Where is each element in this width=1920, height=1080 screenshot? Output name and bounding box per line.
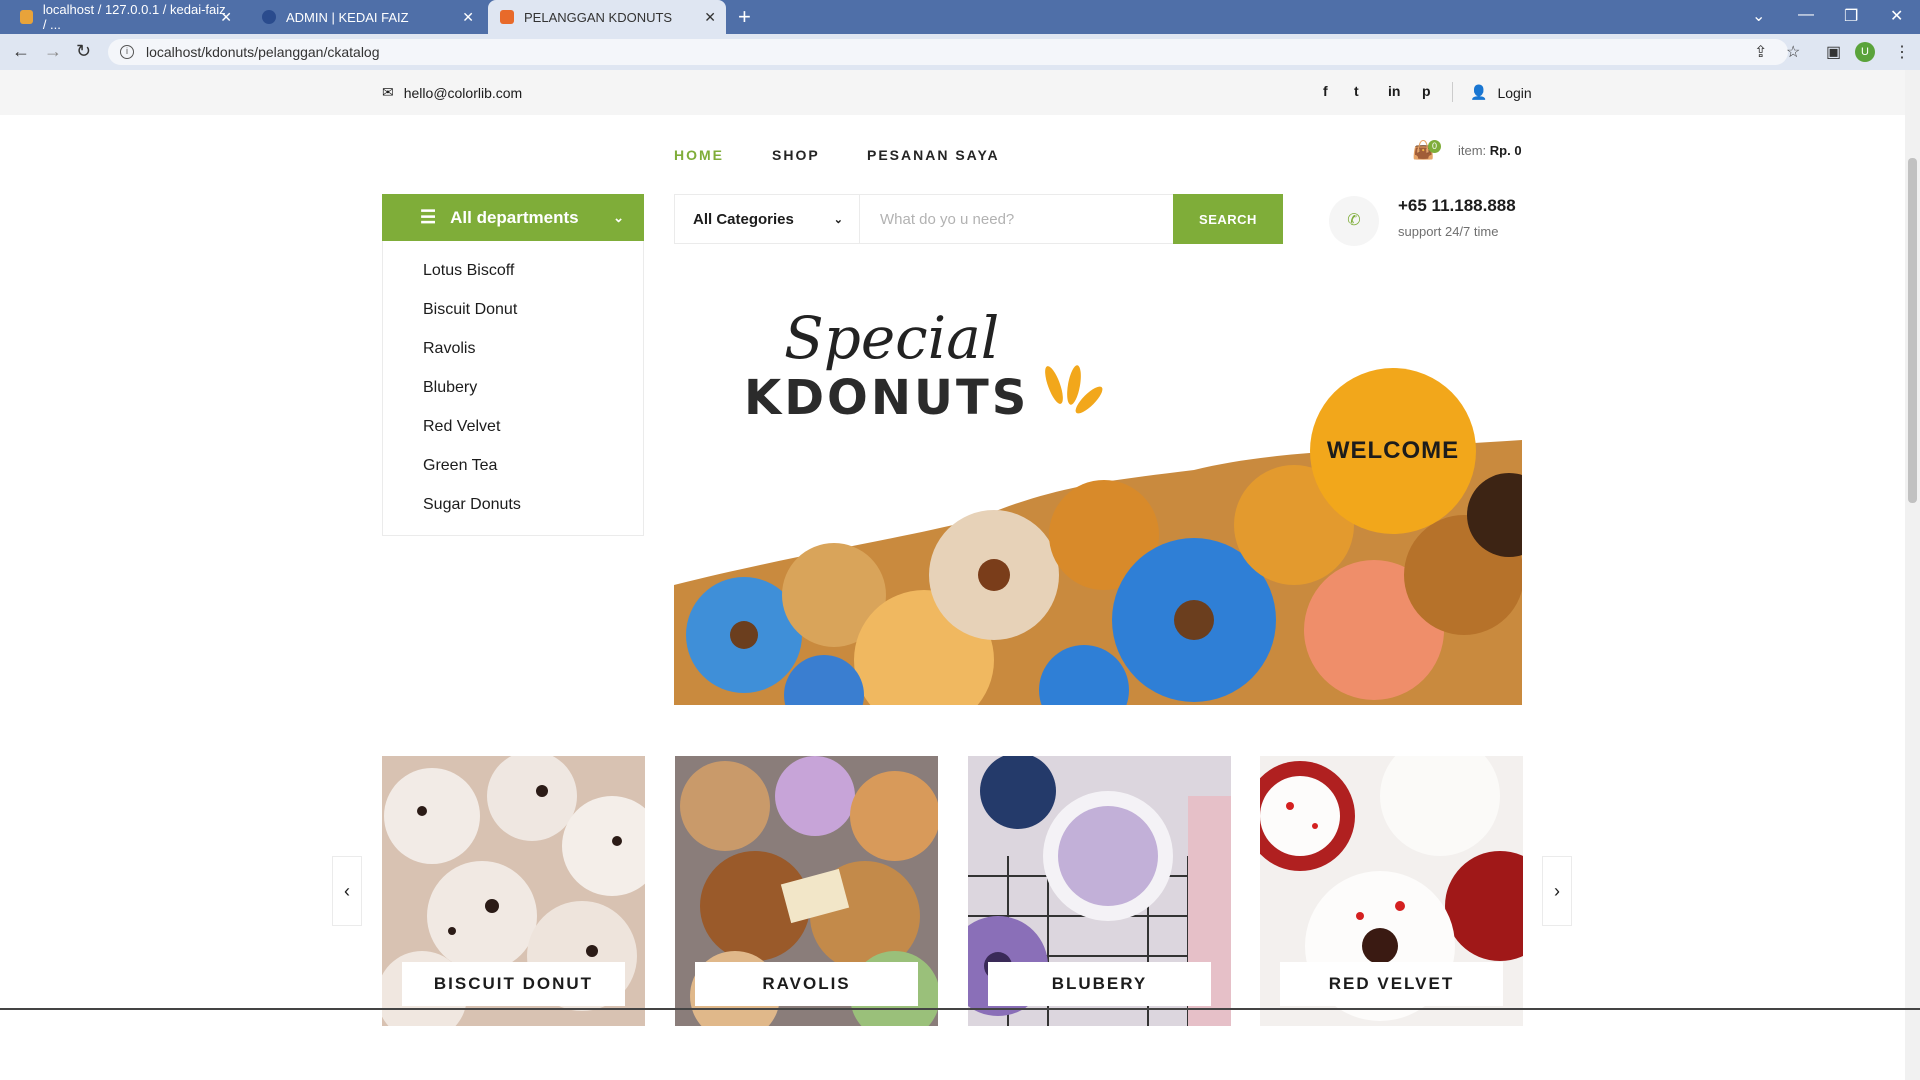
close-tab-icon[interactable]: ✕	[220, 9, 232, 26]
linkedin-icon[interactable]: in	[1388, 83, 1400, 99]
nav-home[interactable]: HOME	[674, 147, 724, 163]
new-tab-icon[interactable]: +	[738, 4, 751, 30]
site-info-icon[interactable]: i	[120, 45, 134, 59]
forward-icon[interactable]: →	[44, 41, 62, 62]
category-label: RAVOLIS	[695, 962, 918, 1006]
site-favicon-icon	[500, 10, 514, 24]
departments-title: All departments	[450, 207, 579, 227]
carousel-next-button[interactable]: ›	[1542, 856, 1572, 926]
category-card-biscuit-donut[interactable]: BISCUIT DONUT	[382, 756, 645, 1026]
category-label: BISCUIT DONUT	[402, 962, 625, 1006]
close-tab-icon[interactable]: ✕	[704, 9, 716, 26]
departments-list: Lotus Biscoff Biscuit Donut Ravolis Blub…	[382, 241, 644, 536]
facebook-icon[interactable]: f	[1323, 83, 1328, 99]
reload-icon[interactable]: ↻	[76, 41, 91, 62]
globe-icon	[262, 10, 276, 24]
pinterest-icon[interactable]: p	[1422, 83, 1431, 99]
divider	[1452, 82, 1453, 102]
chevron-down-icon: ⌄	[833, 213, 843, 226]
tab-title: localhost / 127.0.0.1 / kedai-faiz / ...	[42, 2, 226, 32]
department-item[interactable]: Green Tea	[383, 451, 643, 490]
department-item[interactable]: Blubery	[383, 373, 643, 412]
twitter-icon[interactable]: t	[1354, 83, 1359, 99]
category-card-ravolis[interactable]: RAVOLIS	[675, 756, 938, 1026]
menu-icon[interactable]: ⋮	[1894, 42, 1910, 62]
chevron-down-icon: ⌄	[613, 209, 624, 225]
browser-toolbar: ← → ↻ i localhost/kdonuts/pelanggan/ckat…	[0, 34, 1920, 70]
phpmyadmin-icon	[20, 10, 33, 24]
tab-pelanggan[interactable]: PELANGGAN KDONUTS ✕	[488, 0, 726, 34]
nav-pesanan-saya[interactable]: PESANAN SAYA	[867, 147, 1000, 163]
restore-icon[interactable]: ❐	[1844, 6, 1858, 26]
header-email: ✉ hello@colorlib.com	[382, 84, 522, 101]
item-total: Rp. 0	[1489, 143, 1522, 158]
scrollbar-thumb[interactable]	[1908, 158, 1917, 503]
nav-shop[interactable]: SHOP	[772, 147, 820, 163]
page: ✉ hello@colorlib.com f t in p 👤 Login HO…	[0, 70, 1905, 1080]
category-label: RED VELVET	[1280, 962, 1503, 1006]
item-label: item:	[1458, 143, 1487, 158]
welcome-badge: WELCOME	[1310, 368, 1476, 534]
phone-icon: ✆	[1329, 196, 1379, 246]
cart-summary: item: Rp. 0	[1458, 143, 1522, 158]
department-item[interactable]: Lotus Biscoff	[383, 256, 643, 295]
share-icon[interactable]: ⇪	[1754, 42, 1767, 62]
login-label: Login	[1497, 84, 1532, 101]
category-label: BLUBERY	[988, 962, 1211, 1006]
browser-tab-bar: localhost / 127.0.0.1 / kedai-faiz / ...…	[0, 0, 1920, 34]
hamburger-icon: ☰	[420, 207, 437, 227]
phone-number: +65 11.188.888	[1398, 196, 1516, 215]
divider	[0, 1008, 1920, 1010]
side-panel-icon[interactable]: ▣	[1826, 42, 1841, 62]
department-item[interactable]: Biscuit Donut	[383, 295, 643, 334]
department-item[interactable]: Sugar Donuts	[383, 490, 643, 529]
tab-search-icon[interactable]: ⌄	[1752, 6, 1765, 26]
envelope-icon: ✉	[382, 84, 394, 100]
login-link[interactable]: 👤 Login	[1470, 84, 1532, 101]
header-top-strip: ✉ hello@colorlib.com f t in p 👤 Login	[0, 70, 1905, 115]
category-value: All Categories	[693, 210, 794, 228]
category-card-red-velvet[interactable]: RED VELVET	[1260, 756, 1523, 1026]
tab-admin[interactable]: ADMIN | KEDAI FAIZ ✕	[250, 0, 484, 34]
page-scrollbar[interactable]	[1905, 70, 1920, 1080]
email-text: hello@colorlib.com	[403, 84, 523, 101]
hero-brand: KDONUTS	[744, 370, 1030, 426]
close-window-icon[interactable]: ✕	[1890, 6, 1903, 26]
search-button[interactable]: SEARCH	[1173, 194, 1283, 244]
department-item[interactable]: Red Velvet	[383, 412, 643, 451]
cart-count-badge: 0	[1428, 140, 1441, 153]
hero-banner[interactable]: Special KDONUTS WELCOME	[674, 290, 1522, 705]
minimize-icon[interactable]: —	[1798, 6, 1814, 24]
close-tab-icon[interactable]: ✕	[462, 9, 474, 26]
url-text: localhost/kdonuts/pelanggan/ckatalog	[146, 44, 380, 60]
tab-title: PELANGGAN KDONUTS	[524, 9, 673, 25]
profile-avatar[interactable]: U	[1855, 42, 1875, 62]
category-card-blubery[interactable]: BLUBERY	[968, 756, 1231, 1026]
bookmark-star-icon[interactable]: ☆	[1786, 42, 1800, 62]
search-box: All Categories ⌄	[674, 194, 1174, 244]
tab-title: ADMIN | KEDAI FAIZ	[286, 9, 409, 25]
hero-script-text: Special	[784, 304, 1000, 372]
carousel-prev-button[interactable]: ‹	[332, 856, 362, 926]
all-departments-button[interactable]: ☰ All departments ⌄	[382, 194, 644, 241]
address-bar[interactable]: i localhost/kdonuts/pelanggan/ckatalog	[108, 39, 1788, 65]
search-input[interactable]	[860, 195, 1160, 243]
support-text: support 24/7 time	[1398, 224, 1499, 239]
category-select[interactable]: All Categories ⌄	[675, 195, 860, 243]
user-icon: 👤	[1470, 84, 1488, 100]
back-icon[interactable]: ←	[12, 41, 30, 62]
department-item[interactable]: Ravolis	[383, 334, 643, 373]
tab-phpmyadmin[interactable]: localhost / 127.0.0.1 / kedai-faiz / ...…	[8, 0, 242, 34]
